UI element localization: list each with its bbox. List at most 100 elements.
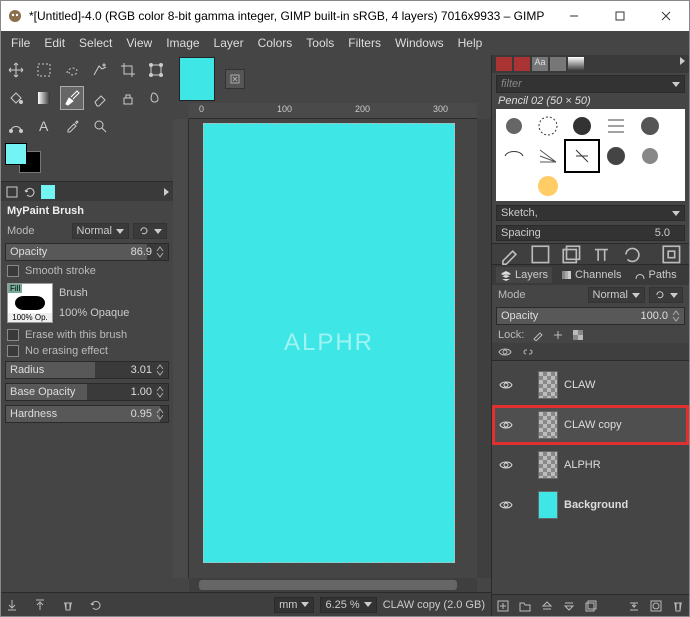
menu-image[interactable]: Image <box>160 34 205 52</box>
close-button[interactable] <box>643 1 689 31</box>
canvas[interactable]: ALPHR <box>203 123 455 563</box>
erase-check[interactable]: Erase with this brush <box>1 327 173 343</box>
smooth-stroke-check[interactable]: Smooth stroke <box>1 263 173 279</box>
layer-thumb[interactable] <box>538 451 558 479</box>
delete-layer-icon[interactable] <box>671 599 685 613</box>
tool-zoom[interactable] <box>89 115 111 137</box>
tool-color-picker[interactable] <box>61 115 83 137</box>
duplicate-layer-icon[interactable] <box>584 599 598 613</box>
history-tab-icon[interactable] <box>550 57 566 71</box>
tool-clone[interactable] <box>117 87 139 109</box>
mask-layer-icon[interactable] <box>649 599 663 613</box>
menu-layer[interactable]: Layer <box>208 34 250 52</box>
tool-free-select[interactable] <box>61 59 83 81</box>
menu-select[interactable]: Select <box>73 34 118 52</box>
layer-row[interactable]: ALPHR <box>492 445 689 485</box>
patterns-tab-icon[interactable] <box>514 57 530 71</box>
layer-thumb[interactable] <box>538 491 558 519</box>
tool-bucket[interactable] <box>5 87 27 109</box>
layer-opacity-slider[interactable]: Opacity100.0 <box>496 307 685 325</box>
mode-select[interactable]: Normal <box>72 223 129 239</box>
link-header-icon[interactable] <box>522 346 534 358</box>
menu-colors[interactable]: Colors <box>252 34 299 52</box>
delete-preset-icon[interactable] <box>61 598 75 612</box>
layer-name[interactable]: Background <box>564 499 628 511</box>
tool-gradient[interactable] <box>33 87 55 109</box>
layer-name[interactable]: CLAW <box>564 379 595 391</box>
spacing-slider[interactable]: Spacing5.0 <box>496 225 685 241</box>
maximize-button[interactable] <box>597 1 643 31</box>
zoom-select[interactable]: 6.25 % <box>320 597 376 613</box>
layer-mode-select[interactable]: Normal <box>588 287 645 303</box>
image-tab-thumb[interactable] <box>179 57 215 101</box>
new-brush-icon[interactable] <box>529 243 552 266</box>
tool-eraser[interactable] <box>89 87 111 109</box>
fg-color[interactable] <box>5 143 27 165</box>
brush-grid[interactable] <box>496 109 685 201</box>
lock-position-icon[interactable] <box>552 329 564 341</box>
layer-row[interactable]: CLAW copy <box>492 405 689 445</box>
layer-thumb[interactable] <box>538 411 558 439</box>
brush-dock-menu-icon[interactable] <box>680 57 685 65</box>
layers-tab[interactable]: Layers <box>496 267 552 283</box>
eye-header-icon[interactable] <box>498 345 512 359</box>
tool-fuzzy-select[interactable] <box>89 59 111 81</box>
ruler-vertical[interactable] <box>173 119 189 578</box>
noerase-check[interactable]: No erasing effect <box>1 343 173 359</box>
layer-mode-reset[interactable] <box>649 287 683 303</box>
brushes-tab-icon[interactable] <box>496 57 512 71</box>
reset-preset-icon[interactable] <box>89 598 103 612</box>
tool-mypaint-brush[interactable] <box>61 87 83 109</box>
layer-row[interactable]: CLAW <box>492 365 689 405</box>
unit-select[interactable]: mm <box>274 597 314 613</box>
new-layer-icon[interactable] <box>496 599 510 613</box>
layer-name[interactable]: ALPHR <box>564 459 601 471</box>
image-thumb-icon[interactable] <box>41 185 55 199</box>
layer-thumb[interactable] <box>538 371 558 399</box>
eye-icon[interactable] <box>498 417 514 433</box>
color-swatch[interactable] <box>5 143 45 173</box>
tool-text[interactable]: A <box>33 115 55 137</box>
menu-file[interactable]: File <box>5 34 36 52</box>
horizontal-scrollbar[interactable] <box>189 578 477 592</box>
paths-tab[interactable]: Paths <box>630 267 681 283</box>
eye-icon[interactable] <box>498 377 514 393</box>
undo-history-icon[interactable] <box>23 185 37 199</box>
edit-brush-icon[interactable] <box>498 243 521 266</box>
lock-pixels-icon[interactable] <box>532 329 544 341</box>
layer-row[interactable]: Background <box>492 485 689 525</box>
tool-move[interactable] <box>5 59 27 81</box>
save-preset-icon[interactable] <box>5 598 19 612</box>
baseopacity-slider[interactable]: Base Opacity1.00 <box>5 383 169 401</box>
dock-menu-icon[interactable] <box>164 188 169 196</box>
channels-tab[interactable]: Channels <box>556 267 625 283</box>
fonts-tab-icon[interactable]: Aa <box>532 57 548 71</box>
layer-name[interactable]: CLAW copy <box>564 419 622 431</box>
brush-group-select[interactable]: Sketch, <box>496 205 685 221</box>
canvas-area[interactable]: 0 100 200 300 ALPHR <box>173 103 491 592</box>
vertical-scrollbar[interactable] <box>477 119 491 578</box>
mode-reset[interactable] <box>133 223 167 239</box>
minimize-button[interactable] <box>551 1 597 31</box>
tool-transform[interactable] <box>145 59 167 81</box>
hardness-slider[interactable]: Hardness0.95 <box>5 405 169 423</box>
tool-options-icon[interactable] <box>5 185 19 199</box>
opacity-slider[interactable]: Opacity 86.9 <box>5 243 169 261</box>
menu-tools[interactable]: Tools <box>300 34 340 52</box>
eye-icon[interactable] <box>498 497 514 513</box>
menu-edit[interactable]: Edit <box>38 34 71 52</box>
menu-help[interactable]: Help <box>452 34 489 52</box>
restore-preset-icon[interactable] <box>33 598 47 612</box>
brush-filter-input[interactable]: filter <box>496 75 685 93</box>
delete-brush-icon[interactable] <box>590 243 613 266</box>
tool-smudge[interactable] <box>145 87 167 109</box>
brush-preview[interactable]: Fill 100% Op. <box>7 283 53 323</box>
tool-rect-select[interactable] <box>33 59 55 81</box>
duplicate-brush-icon[interactable] <box>560 243 583 266</box>
lock-alpha-icon[interactable] <box>572 329 584 341</box>
ruler-horizontal[interactable]: 0 100 200 300 <box>189 103 477 119</box>
open-as-image-icon[interactable] <box>660 243 683 266</box>
menu-windows[interactable]: Windows <box>389 34 450 52</box>
tool-path[interactable] <box>5 115 27 137</box>
merge-layer-icon[interactable] <box>627 599 641 613</box>
